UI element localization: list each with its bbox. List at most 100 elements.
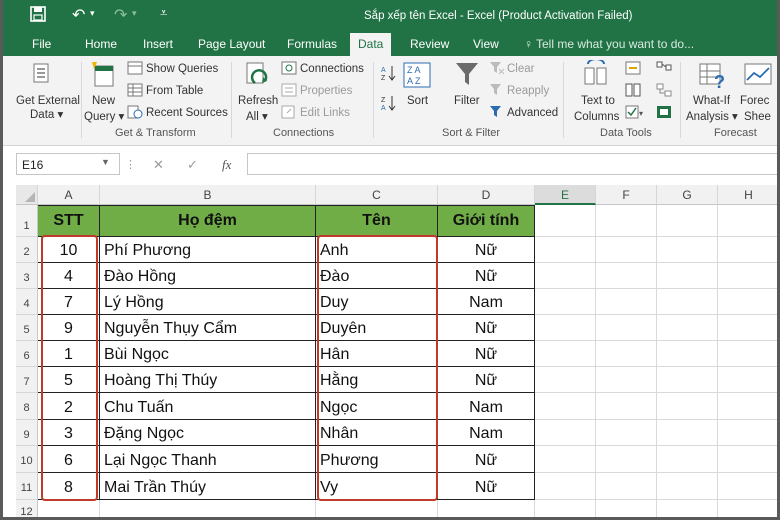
show-queries-button[interactable]: Show Queries (146, 62, 218, 76)
column-header-b[interactable]: B (100, 185, 316, 205)
table-header-cell[interactable]: STT (38, 205, 100, 237)
text-to-columns-line2[interactable]: Columns (574, 110, 619, 124)
cell-empty[interactable] (535, 446, 596, 473)
formula-bar-input[interactable] (247, 153, 780, 175)
insert-function-icon[interactable]: fx (222, 157, 231, 173)
connections-button[interactable]: Connections (300, 62, 364, 76)
cell-empty[interactable] (718, 473, 780, 500)
cell-empty[interactable] (535, 420, 596, 446)
manage-data-model-icon[interactable] (656, 105, 672, 124)
table-cell-ho-dem[interactable]: Bùi Ngọc (100, 341, 316, 367)
cell-empty[interactable] (718, 289, 780, 315)
forecast-sheet-line2[interactable]: Shee (744, 110, 771, 124)
cell-empty[interactable] (596, 367, 657, 393)
row-header-11[interactable]: 11 (16, 473, 38, 500)
worksheet-grid[interactable]: A B C D E F G H 1 2 3 4 5 6 7 8 9 10 11 12 STT Họ đệm Tên Giới … (16, 185, 780, 520)
undo-dropdown-icon[interactable]: ▾ (90, 8, 95, 19)
table-cell-gioi-tinh[interactable]: Nam (438, 420, 535, 446)
cancel-icon[interactable]: ✕ (153, 157, 164, 173)
table-cell-stt[interactable]: 8 (38, 473, 100, 500)
table-cell-ho-dem[interactable]: Đặng Ngọc (100, 420, 316, 446)
tab-home[interactable]: Home (85, 37, 117, 51)
table-cell-ten[interactable]: Đào (316, 263, 438, 289)
table-cell-ho-dem[interactable]: Phí Phương (100, 237, 316, 263)
cell-empty[interactable] (718, 367, 780, 393)
cell-empty[interactable] (657, 263, 718, 289)
what-if-line2[interactable]: Analysis ▾ (686, 110, 738, 124)
cell-empty[interactable] (718, 315, 780, 341)
cell-empty[interactable] (535, 205, 596, 237)
cell-empty[interactable] (596, 205, 657, 237)
table-cell-gioi-tinh[interactable]: Nữ (438, 367, 535, 393)
name-box-dropdown-icon[interactable]: ▼ (101, 157, 110, 167)
column-header-c[interactable]: C (316, 185, 438, 205)
filter-button[interactable]: Filter (454, 94, 480, 108)
tab-view[interactable]: View (473, 37, 499, 51)
cell-empty[interactable] (316, 500, 438, 520)
sort-button[interactable]: Sort (407, 94, 428, 108)
advanced-button[interactable]: Advanced (507, 106, 558, 120)
cell-empty[interactable] (535, 289, 596, 315)
tab-insert[interactable]: Insert (143, 37, 173, 51)
cell-empty[interactable] (535, 315, 596, 341)
cell-empty[interactable] (657, 367, 718, 393)
table-cell-ten[interactable]: Hằng (316, 367, 438, 393)
table-cell-gioi-tinh[interactable]: Nam (438, 393, 535, 420)
new-query-line1[interactable]: New (92, 94, 115, 108)
redo-dropdown-icon[interactable]: ▾ (132, 8, 137, 19)
customize-toolbar-icon[interactable]: ⩡ (160, 5, 167, 21)
tab-formulas[interactable]: Formulas (287, 37, 337, 51)
column-header-e[interactable]: E (535, 185, 596, 205)
undo-icon[interactable]: ↶ (72, 5, 85, 25)
what-if-line1[interactable]: What-If (693, 94, 730, 108)
get-external-data-line2[interactable]: Data ▾ (30, 108, 63, 122)
text-to-columns-line1[interactable]: Text to (581, 94, 615, 108)
table-cell-gioi-tinh[interactable]: Nam (438, 289, 535, 315)
reapply-button[interactable]: Reapply (507, 84, 549, 98)
save-icon[interactable] (30, 6, 46, 27)
cell-empty[interactable] (596, 420, 657, 446)
row-header-6[interactable]: 6 (16, 341, 38, 367)
select-all-corner[interactable] (16, 185, 38, 205)
tab-page-layout[interactable]: Page Layout (198, 37, 265, 51)
refresh-all-line1[interactable]: Refresh (238, 94, 278, 108)
row-header-5[interactable]: 5 (16, 315, 38, 341)
cell-empty[interactable] (718, 263, 780, 289)
column-header-d[interactable]: D (438, 185, 535, 205)
name-box[interactable]: E16 ▼ (16, 153, 120, 175)
cell-empty[interactable] (718, 341, 780, 367)
cell-empty[interactable] (38, 500, 100, 520)
relationships-icon[interactable] (656, 83, 672, 102)
table-cell-stt[interactable]: 6 (38, 446, 100, 473)
table-header-cell[interactable]: Tên (316, 205, 438, 237)
sort-descending-icon[interactable]: ZA (381, 94, 397, 117)
row-header-2[interactable]: 2 (16, 237, 38, 263)
row-header-9[interactable]: 9 (16, 420, 38, 446)
table-cell-stt[interactable]: 5 (38, 367, 100, 393)
edit-links-button[interactable]: Edit Links (300, 106, 350, 120)
column-header-h[interactable]: H (718, 185, 780, 205)
column-header-a[interactable]: A (38, 185, 100, 205)
table-cell-ten[interactable]: Ngọc (316, 393, 438, 420)
tab-review[interactable]: Review (410, 37, 449, 51)
cell-empty[interactable] (596, 500, 657, 520)
row-header-3[interactable]: 3 (16, 263, 38, 289)
clear-button[interactable]: Clear (507, 62, 534, 76)
cell-empty[interactable] (535, 473, 596, 500)
table-cell-ten[interactable]: Vy (316, 473, 438, 500)
table-cell-ten[interactable]: Phương (316, 446, 438, 473)
cell-empty[interactable] (657, 500, 718, 520)
table-cell-ho-dem[interactable]: Lý Hồng (100, 289, 316, 315)
cell-empty[interactable] (718, 237, 780, 263)
table-cell-ten[interactable]: Hân (316, 341, 438, 367)
tab-data[interactable]: Data (350, 33, 392, 56)
table-cell-stt[interactable]: 3 (38, 420, 100, 446)
cell-empty[interactable] (596, 315, 657, 341)
forecast-sheet-line1[interactable]: Forec (740, 94, 769, 108)
table-cell-ten[interactable]: Anh (316, 237, 438, 263)
cell-empty[interactable] (535, 393, 596, 420)
table-cell-ho-dem[interactable]: Hoàng Thị Thúy (100, 367, 316, 393)
table-cell-ho-dem[interactable]: Đào Hồng (100, 263, 316, 289)
row-header-4[interactable]: 4 (16, 289, 38, 315)
cell-empty[interactable] (438, 500, 535, 520)
